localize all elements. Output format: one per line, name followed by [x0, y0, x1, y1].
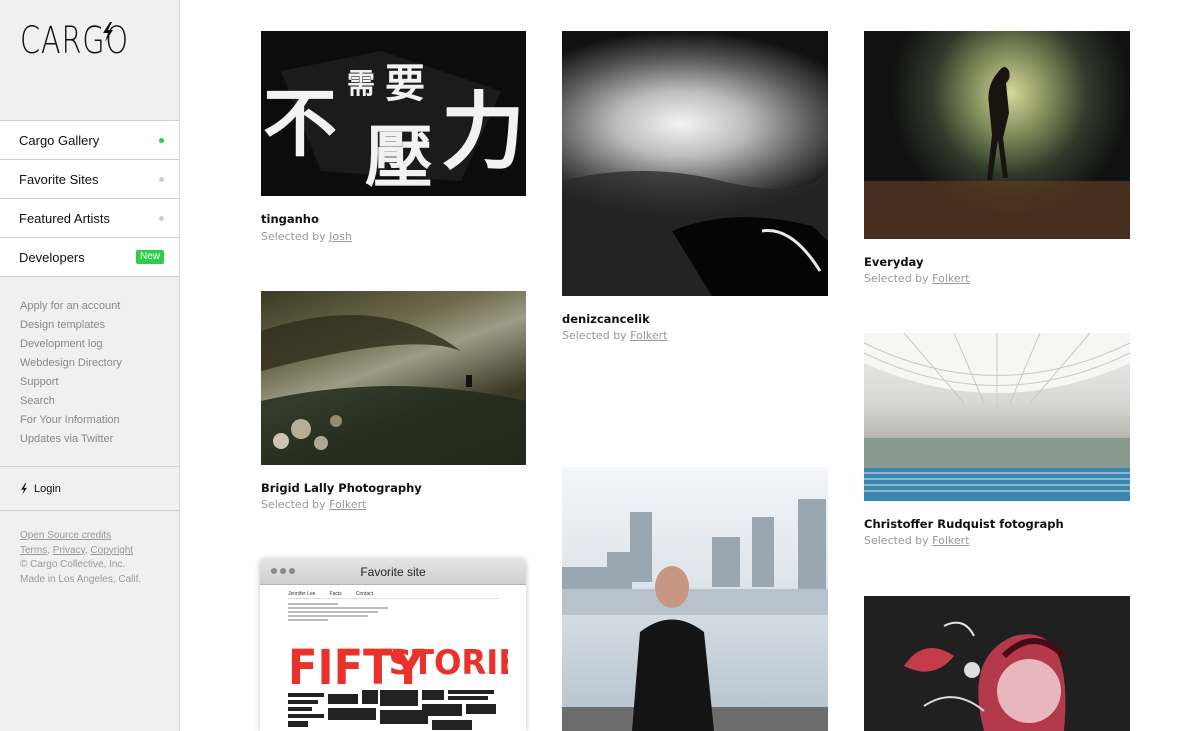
- illustration-image: [864, 596, 1130, 731]
- terms-link[interactable]: Terms: [20, 545, 47, 556]
- open-source-link[interactable]: Open Source credits: [20, 530, 111, 541]
- item-title[interactable]: Everyday: [864, 255, 923, 269]
- gallery-thumbnail[interactable]: [261, 291, 526, 465]
- gallery-thumbnail[interactable]: 不 需 要 壓 力: [261, 31, 526, 196]
- sidebar: CARGO Cargo Gallery Favorite Sites Featu…: [0, 0, 180, 731]
- active-dot-icon: [159, 137, 164, 143]
- item-title[interactable]: Brigid Lally Photography: [261, 481, 422, 495]
- gallery-item-christoffer-rudquist[interactable]: Christoffer Rudquist fotograph Selected …: [864, 333, 1130, 548]
- gallery-thumbnail[interactable]: [864, 333, 1130, 501]
- sidebar-footer: Open Source credits Terms, Privacy, Copy…: [20, 529, 141, 587]
- link-search[interactable]: Search: [20, 392, 122, 411]
- fifty-stories-poster: FIFTY STORIES: [288, 640, 508, 730]
- bolt-icon: [103, 22, 113, 42]
- sidebar-links: Apply for an account Design templates De…: [20, 297, 122, 449]
- item-title[interactable]: tinganho: [261, 212, 319, 226]
- nav-item-label: Cargo Gallery: [19, 132, 100, 148]
- login-label: Login: [34, 482, 61, 495]
- curator-link[interactable]: Folkert: [932, 534, 969, 547]
- item-title[interactable]: denizcancelik: [562, 312, 650, 326]
- silhouette-photo: [864, 67, 1130, 239]
- link-fyi[interactable]: For Your Information: [20, 411, 122, 430]
- nav-item-favorite-sites[interactable]: Favorite Sites: [0, 160, 179, 199]
- svg-text:要: 要: [385, 61, 425, 107]
- nav-item-label: Featured Artists: [19, 210, 111, 226]
- svg-text:不: 不: [263, 81, 337, 167]
- selected-by: Selected by Josh: [261, 230, 352, 243]
- dot-icon: [159, 176, 164, 182]
- selected-by-prefix: Selected by: [261, 498, 330, 511]
- bolt-icon: [21, 482, 27, 495]
- svg-text:STORIES: STORIES: [389, 642, 508, 682]
- selected-by-prefix: Selected by: [261, 230, 330, 243]
- nav-item-developers[interactable]: Developers New: [0, 238, 179, 277]
- nav-item-featured-artists[interactable]: Featured Artists: [0, 199, 179, 238]
- link-twitter-updates[interactable]: Updates via Twitter: [20, 430, 122, 449]
- curator-link[interactable]: Josh: [329, 230, 352, 243]
- site-body-text: [288, 603, 388, 621]
- gallery-thumbnail[interactable]: [864, 596, 1130, 731]
- pool-photo: [864, 333, 1130, 501]
- selected-by-prefix: Selected by: [864, 534, 933, 547]
- gallery-thumbnail[interactable]: [562, 467, 828, 731]
- browser-window: Favorite site Jennifer Lee Facts Contact…: [260, 558, 526, 731]
- curator-link[interactable]: Folkert: [630, 329, 667, 342]
- gallery-item-brigid-lally[interactable]: Brigid Lally Photography Selected by Fol…: [261, 291, 526, 513]
- selected-by: Selected by Folkert: [864, 272, 969, 285]
- aerial-photo: [562, 171, 828, 296]
- link-design-templates[interactable]: Design templates: [20, 316, 122, 335]
- nav-item-label: Favorite Sites: [19, 171, 99, 187]
- link-development-log[interactable]: Development log: [20, 335, 122, 354]
- wave-photo: [261, 315, 526, 465]
- portrait-photo: [562, 499, 828, 731]
- dot-icon: [159, 215, 164, 221]
- site-nav-link[interactable]: Facts: [330, 591, 342, 597]
- copyright-link[interactable]: Copyright: [90, 545, 133, 556]
- link-support[interactable]: Support: [20, 373, 122, 392]
- selected-by: Selected by Folkert: [864, 534, 969, 547]
- selected-by-prefix: Selected by: [562, 329, 631, 342]
- favorite-site-card[interactable]: Favorite site Jennifer Lee Facts Contact…: [260, 558, 526, 731]
- gallery-item-everyday[interactable]: Everyday Selected by Folkert: [864, 31, 1130, 287]
- new-badge: New: [135, 250, 164, 264]
- link-webdesign-directory[interactable]: Webdesign Directory: [20, 354, 122, 373]
- link-apply-account[interactable]: Apply for an account: [20, 297, 122, 316]
- gallery-item-tinganho[interactable]: 不 需 要 壓 力 tinganho Selected by Josh: [261, 31, 526, 246]
- gallery-thumbnail[interactable]: [864, 31, 1130, 239]
- nav-item-label: Developers: [19, 249, 85, 265]
- location-text: Made in Los Angeles, Calif.: [20, 573, 142, 585]
- divider: [288, 598, 500, 599]
- svg-text:力: 力: [441, 83, 525, 181]
- selected-by: Selected by Folkert: [261, 498, 366, 511]
- curator-link[interactable]: Folkert: [329, 498, 366, 511]
- site-nav-link[interactable]: Jennifer Lee: [288, 591, 316, 597]
- company-text: © Cargo Collective, Inc.: [20, 559, 126, 570]
- login-button[interactable]: Login: [0, 466, 179, 511]
- window-title: Favorite site: [360, 565, 426, 579]
- main-nav: Cargo Gallery Favorite Sites Featured Ar…: [0, 120, 179, 277]
- selected-by: Selected by Folkert: [562, 329, 667, 342]
- gallery-item-denizcancelik[interactable]: denizcancelik Selected by Folkert: [562, 31, 828, 343]
- privacy-link[interactable]: Privacy: [53, 545, 85, 556]
- gallery-thumbnail[interactable]: [562, 31, 828, 296]
- gallery-item-portrait[interactable]: [562, 467, 828, 731]
- svg-text:需: 需: [347, 67, 375, 100]
- site-nav: Jennifer Lee Facts Contact: [288, 591, 373, 597]
- gallery-item-illustration[interactable]: [864, 596, 1130, 731]
- item-title[interactable]: Christoffer Rudquist fotograph: [864, 517, 1064, 531]
- nav-item-cargo-gallery[interactable]: Cargo Gallery: [0, 121, 179, 160]
- selected-by-prefix: Selected by: [864, 272, 933, 285]
- calligraphy-image: 不 需 要 壓 力: [261, 31, 526, 196]
- curator-link[interactable]: Folkert: [932, 272, 969, 285]
- window-titlebar: Favorite site: [260, 558, 526, 585]
- site-nav-link[interactable]: Contact: [356, 591, 373, 597]
- svg-text:壓: 壓: [365, 119, 433, 196]
